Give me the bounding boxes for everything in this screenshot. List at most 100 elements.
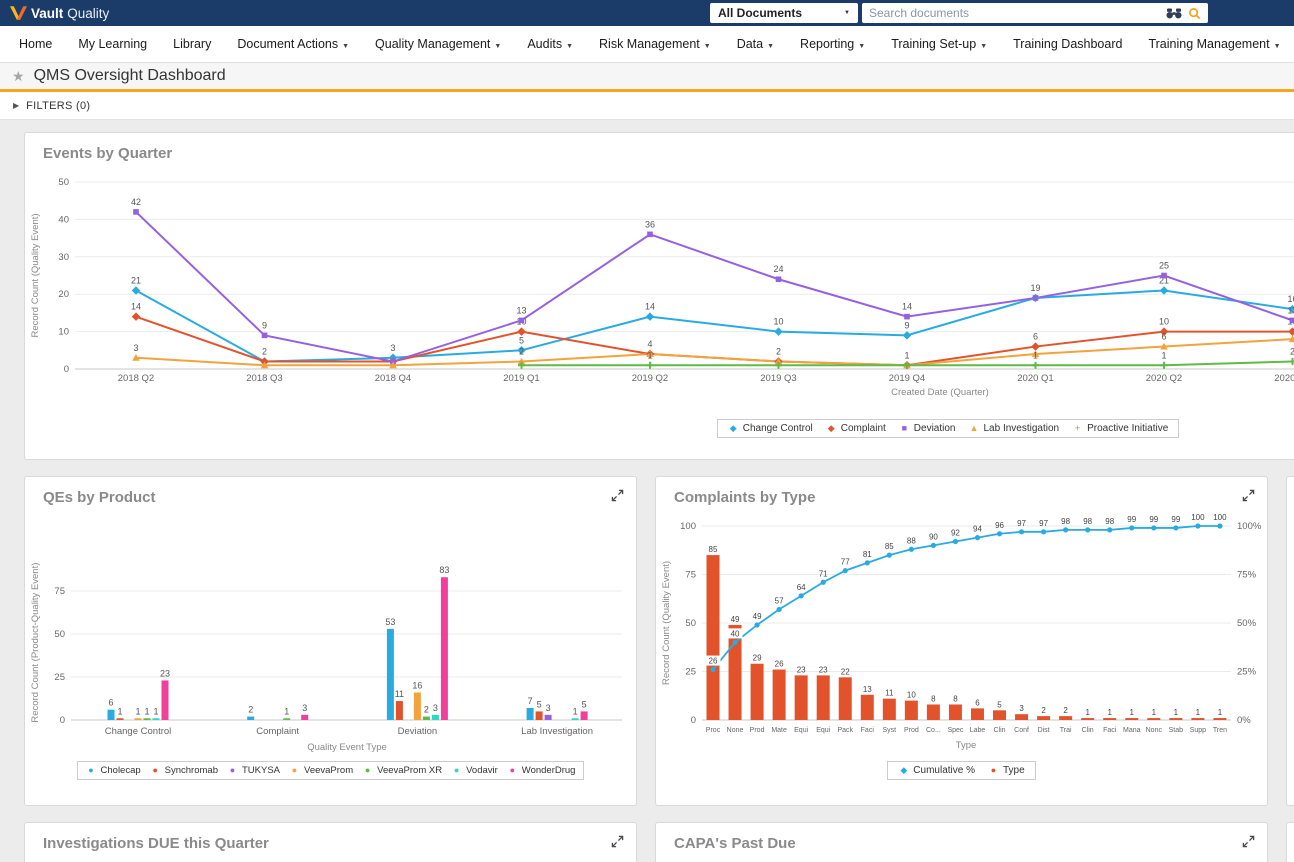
- search-icon[interactable]: [1188, 7, 1201, 20]
- series-marker-icon: ●: [507, 766, 518, 775]
- svg-text:0: 0: [60, 715, 65, 726]
- svg-text:6: 6: [975, 698, 980, 707]
- svg-text:49: 49: [731, 615, 740, 624]
- nav-item-training-management[interactable]: Training Management▼: [1135, 37, 1293, 51]
- svg-text:100: 100: [680, 521, 696, 532]
- svg-text:Record Count (Quality Event): Record Count (Quality Event): [30, 213, 41, 337]
- legend-item-tukysa[interactable]: ●TUKYSA: [227, 765, 280, 776]
- svg-text:Complaint: Complaint: [256, 726, 299, 737]
- vault-logo[interactable]: Vault Quality: [10, 6, 109, 21]
- nav-item-training-set-up[interactable]: Training Set-up▼: [878, 37, 1000, 51]
- chevron-right-icon: ▶: [13, 101, 19, 110]
- svg-text:Spec: Spec: [947, 727, 963, 734]
- svg-text:2020 Q2: 2020 Q2: [1146, 373, 1182, 384]
- svg-text:Faci: Faci: [1103, 727, 1117, 734]
- svg-text:14: 14: [131, 302, 141, 312]
- series-marker-icon: ■: [899, 424, 910, 433]
- svg-text:3: 3: [390, 343, 395, 353]
- legend-item-veevaprom[interactable]: ●VeevaProm: [289, 765, 353, 776]
- events-by-quarter-chart: 01020304050Created Date (Quarter)Record …: [25, 167, 1294, 407]
- svg-text:100: 100: [1213, 513, 1227, 522]
- svg-text:75: 75: [54, 586, 65, 597]
- panel-title: Complaints by Type: [674, 489, 815, 506]
- chart-legend: ●Cholecap ●Synchromab ●TUKYSA ●VeevaProm…: [25, 761, 636, 780]
- nav-item-document-actions[interactable]: Document Actions▼: [224, 37, 362, 51]
- svg-text:99: 99: [1127, 515, 1136, 524]
- svg-text:77: 77: [841, 558, 850, 567]
- legend-item-synchromab[interactable]: ●Synchromab: [150, 765, 218, 776]
- page-title: QMS Oversight Dashboard: [34, 67, 226, 85]
- svg-text:26: 26: [709, 657, 718, 666]
- qes-by-product-chart: 0255075Quality Event TypeRecord Count (P…: [25, 513, 636, 759]
- legend-item-proactive-initiative[interactable]: +Proactive Initiative: [1072, 423, 1168, 434]
- document-scope-select[interactable]: All Documents ▼: [710, 3, 858, 23]
- svg-text:23: 23: [160, 668, 170, 678]
- panel-qes-by-product: QEs by Product 0255075Quality Event Type…: [24, 476, 637, 806]
- expand-icon[interactable]: [1242, 489, 1255, 502]
- svg-text:22: 22: [841, 667, 850, 676]
- svg-text:1: 1: [1174, 708, 1179, 717]
- chevron-down-icon: ▼: [494, 43, 501, 50]
- legend-item-cumulative-pct[interactable]: ◆Cumulative %: [898, 765, 975, 776]
- svg-text:1: 1: [573, 706, 578, 716]
- legend-item-change-control[interactable]: ◆Change Control: [728, 423, 813, 434]
- legend-item-complaint[interactable]: ◆Complaint: [826, 423, 886, 434]
- search-box[interactable]: [862, 3, 1208, 23]
- legend-item-deviation[interactable]: ■Deviation: [899, 423, 956, 434]
- svg-text:53: 53: [385, 617, 395, 627]
- expand-icon[interactable]: [1242, 835, 1255, 848]
- nav-item-reporting[interactable]: Reporting▼: [787, 37, 878, 51]
- nav-item-data[interactable]: Data▼: [724, 37, 787, 51]
- svg-text:11: 11: [885, 689, 894, 698]
- brand-name-bold: Vault: [31, 6, 63, 21]
- svg-text:81: 81: [863, 550, 872, 559]
- series-marker-icon: ●: [86, 766, 97, 775]
- legend-item-lab-investigation[interactable]: ▲Lab Investigation: [969, 423, 1060, 434]
- document-scope-value: All Documents: [718, 6, 802, 20]
- legend-item-vodavir[interactable]: ●Vodavir: [451, 765, 498, 776]
- svg-text:2: 2: [1063, 706, 1068, 715]
- svg-text:97: 97: [1039, 519, 1048, 528]
- svg-text:Equi: Equi: [794, 727, 808, 734]
- svg-text:100%: 100%: [1237, 521, 1262, 532]
- nav-item-library[interactable]: Library: [160, 37, 224, 51]
- svg-text:25: 25: [54, 672, 65, 683]
- legend-item-type[interactable]: ●Type: [988, 765, 1025, 776]
- nav-item-home[interactable]: Home: [6, 37, 65, 51]
- svg-text:1: 1: [904, 350, 909, 360]
- svg-text:5: 5: [582, 699, 587, 709]
- nav-item-training-dashboard[interactable]: Training Dashboard: [1000, 37, 1135, 51]
- svg-text:Faci: Faci: [861, 727, 875, 734]
- svg-text:Equi: Equi: [816, 727, 830, 734]
- legend-item-veevaprom-xr[interactable]: ●VeevaProm XR: [362, 765, 442, 776]
- nav-item-my-learning[interactable]: My Learning: [65, 37, 160, 51]
- svg-text:83: 83: [439, 565, 449, 575]
- svg-text:49: 49: [753, 612, 762, 621]
- svg-text:2: 2: [424, 705, 429, 715]
- svg-text:6: 6: [108, 698, 113, 708]
- favorite-star-icon[interactable]: ★: [12, 68, 25, 85]
- svg-text:50: 50: [685, 618, 696, 629]
- nav-item-quality-management[interactable]: Quality Management▼: [362, 37, 514, 51]
- binoculars-icon[interactable]: [1166, 7, 1182, 19]
- search-input[interactable]: [869, 6, 1160, 20]
- svg-text:26: 26: [775, 660, 784, 669]
- nav-item-audits[interactable]: Audits▼: [514, 37, 586, 51]
- legend-item-cholecap[interactable]: ●Cholecap: [86, 765, 141, 776]
- chevron-down-icon: ▼: [342, 43, 349, 50]
- panel-events-by-quarter: Events by Quarter 01020304050Created Dat…: [24, 132, 1294, 460]
- panel-title: Events by Quarter: [43, 145, 172, 162]
- svg-text:14: 14: [645, 302, 655, 312]
- svg-text:8: 8: [931, 694, 936, 703]
- svg-text:5: 5: [537, 699, 542, 709]
- nav-item-risk-management[interactable]: Risk Management▼: [586, 37, 724, 51]
- svg-text:2018 Q3: 2018 Q3: [246, 373, 282, 384]
- svg-text:2019 Q2: 2019 Q2: [632, 373, 668, 384]
- svg-text:1: 1: [1130, 708, 1135, 717]
- expand-icon[interactable]: [611, 489, 624, 502]
- expand-icon[interactable]: [611, 835, 624, 848]
- svg-text:Co...: Co...: [926, 727, 941, 734]
- filters-toggle[interactable]: ▶ FILTERS (0): [0, 92, 1294, 120]
- legend-item-wonderdrug[interactable]: ●WonderDrug: [507, 765, 576, 776]
- svg-text:Quality Event Type: Quality Event Type: [307, 742, 387, 753]
